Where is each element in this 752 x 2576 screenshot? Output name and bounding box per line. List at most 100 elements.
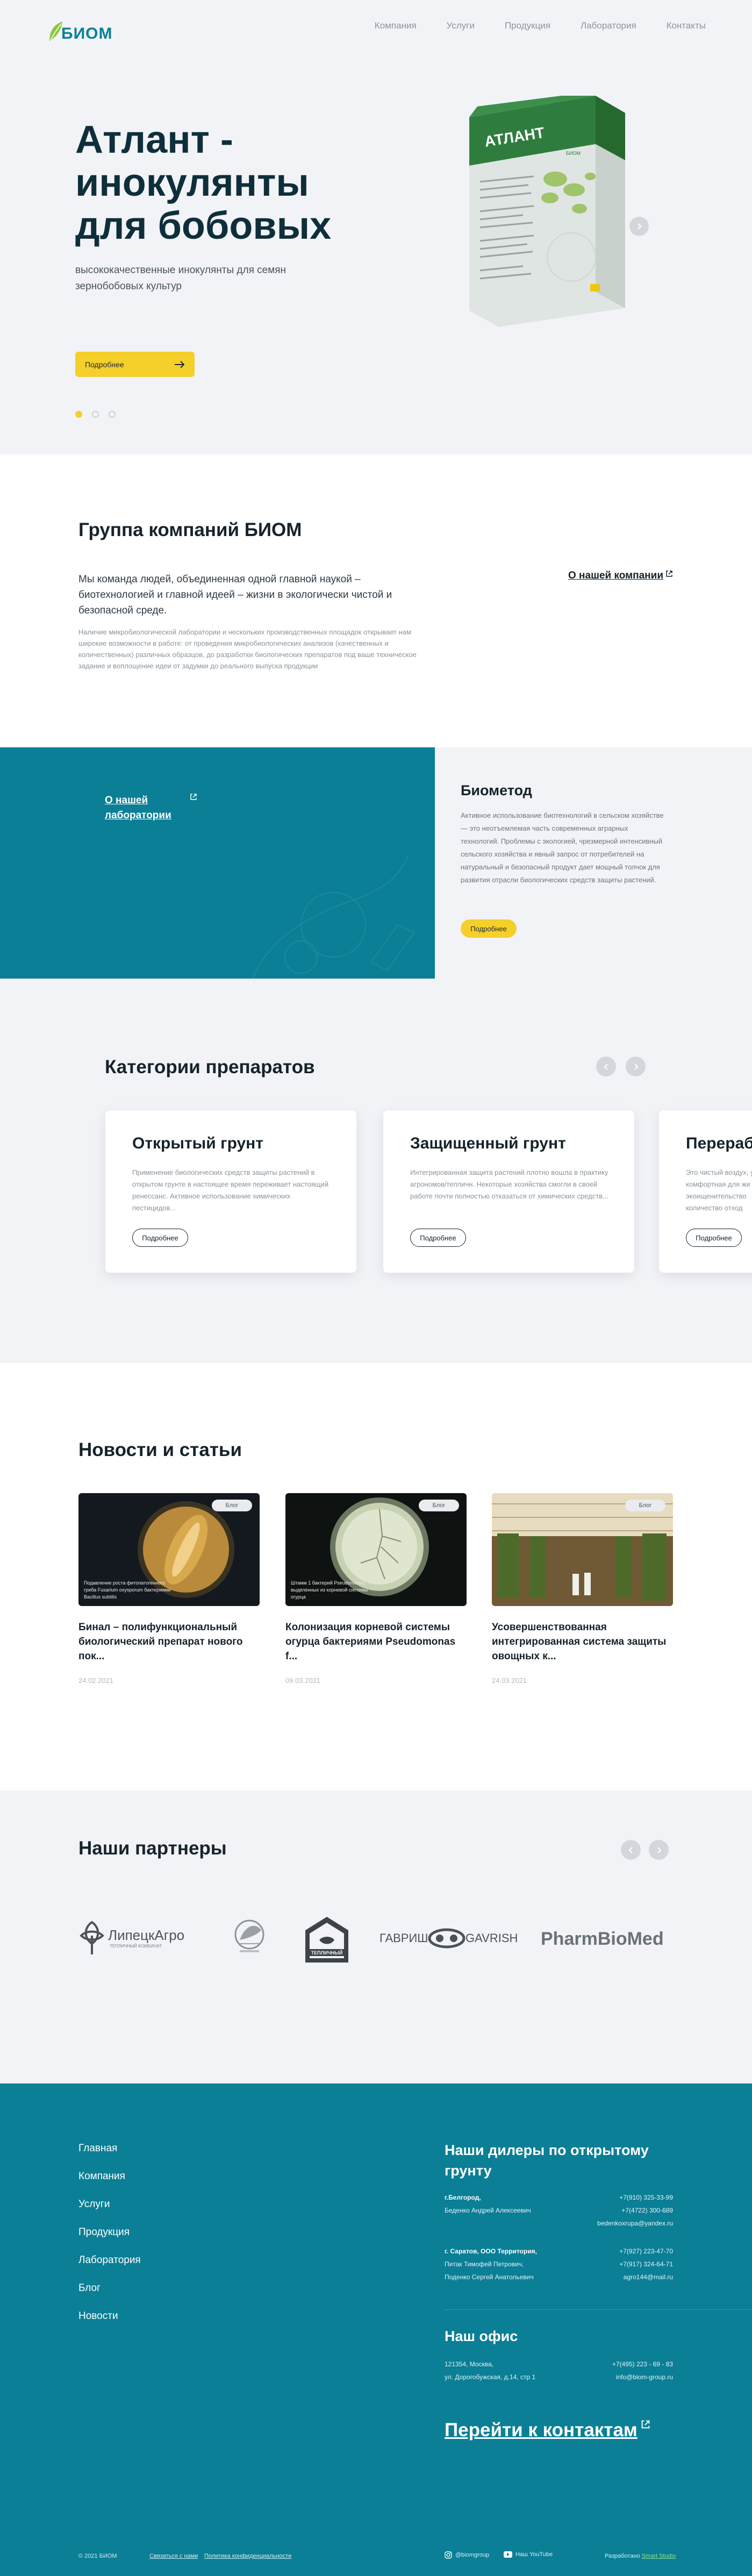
package-logo: БИОМ	[566, 151, 581, 156]
instagram-icon	[445, 2551, 452, 2559]
dealers-title: Наши дилеры по открытому грунту	[445, 2142, 649, 2179]
about-laboratory-link[interactable]: О нашей лаборатории	[105, 793, 197, 823]
partner-logo-teplichny: ТЕПЛИЧНЫЙ	[305, 1917, 348, 1963]
dealer-phone[interactable]: +7(927) 223-47-70	[619, 2245, 673, 2258]
categories-section: Категории препаратов Открытый грунт Прим…	[0, 979, 752, 1363]
about-company-link[interactable]: О нашей компании	[568, 570, 673, 582]
nav-laboratory[interactable]: Лаборатория	[581, 20, 636, 31]
dealer-phone[interactable]: +7(910) 325-33-99	[597, 2191, 673, 2204]
biomethod-text: Активное использование биотехнологий в с…	[461, 811, 664, 884]
arrow-right-icon	[175, 360, 185, 368]
logo[interactable]: БИОМ	[46, 16, 112, 43]
partners-prev-button[interactable]	[621, 1840, 641, 1860]
categories-prev-button[interactable]	[596, 1057, 616, 1076]
news-card[interactable]: Блог Штамм 1 бактерий Pseudomonas, выдел…	[285, 1493, 467, 1685]
external-link-icon	[641, 2420, 650, 2429]
dealer-email[interactable]: agro144@mail.ru	[619, 2271, 673, 2284]
footer-nav-blog[interactable]: Блог	[78, 2282, 141, 2294]
news-card-date: 24.03.2021	[492, 1676, 527, 1685]
developer-prefix: Разработано	[605, 2553, 640, 2559]
dealer-saratov: г. Саратов, ООО Территория, Питак Тимофе…	[445, 2245, 673, 2284]
dealer-email[interactable]: bedenkoxrupa@yandex.ru	[597, 2217, 673, 2230]
footer-nav: Главная Компания Услуги Продукция Лабора…	[78, 2143, 141, 2322]
partner-logo-agro	[234, 1919, 264, 1952]
contacts-link[interactable]: Перейти к контактам	[445, 2420, 650, 2441]
slider-dot[interactable]	[92, 411, 99, 418]
category-more-button[interactable]: Подробнее	[132, 1229, 188, 1247]
news-image: Блог Штамм 1 бактерий Pseudomonas, выдел…	[285, 1493, 467, 1606]
biomethod-title: Биометод	[461, 782, 532, 798]
categories-next-button[interactable]	[626, 1057, 646, 1076]
product-package-image: АТЛАНТ БИОМ	[469, 96, 625, 327]
developer-credit: Разработано Smart Studio	[605, 2553, 676, 2559]
group-title: Группа компаний БИОМ	[78, 519, 302, 540]
partners-next-button[interactable]	[649, 1840, 669, 1860]
footer-nav-laboratory[interactable]: Лаборатория	[78, 2254, 141, 2266]
category-card[interactable]: Открытый грунт Применение биологических …	[105, 1110, 356, 1273]
category-title: Открытый грунт	[132, 1134, 263, 1152]
news-card-title: Бинал – полифункциональный биологический…	[78, 1622, 243, 1662]
privacy-link[interactable]: Политика конфиденциальности	[204, 2553, 291, 2559]
youtube-link[interactable]: Наш YouTube	[504, 2551, 553, 2558]
slider-dot[interactable]	[109, 411, 116, 418]
gavrish-right-label: GAVRISH	[465, 1931, 518, 1945]
hero-next-button[interactable]	[629, 217, 649, 236]
partners-section: Наши партнеры ЛипецкАгро ТЕПЛИЧНЫЙ КОМБИ…	[0, 1790, 752, 2083]
office-email[interactable]: info@biom-group.ru	[612, 2371, 673, 2384]
contact-us-link[interactable]: Связаться с нами	[149, 2553, 198, 2559]
gavrish-left-label: ГАВРИШ	[379, 1931, 428, 1945]
copyright: © 2021 БИОМ	[78, 2553, 117, 2559]
news-title: Новости и статьи	[78, 1439, 242, 1460]
nav-company[interactable]: Компания	[375, 20, 417, 31]
news-card[interactable]: Блог Подавление роста фитопатогенного гр…	[78, 1493, 260, 1685]
slider-dots	[75, 411, 116, 418]
footer-nav-company[interactable]: Компания	[78, 2171, 141, 2182]
footer-nav-home[interactable]: Главная	[78, 2143, 141, 2154]
teplichny-label: ТЕПЛИЧНЫЙ	[311, 1950, 343, 1956]
footer-divider	[445, 2309, 752, 2310]
slider-dot[interactable]	[75, 411, 82, 418]
partners-title: Наши партнеры	[78, 1838, 227, 1859]
categories-title: Категории препаратов	[105, 1057, 315, 1078]
nav-products[interactable]: Продукция	[505, 20, 550, 31]
hero-subtitle: высококачественные инокулянты для семян …	[75, 265, 287, 292]
nav-services[interactable]: Услуги	[447, 20, 475, 31]
category-card[interactable]: Защищенный грунт Интегрированная защита …	[383, 1110, 634, 1273]
news-tag: Блог	[419, 1500, 459, 1511]
chevron-right-icon	[634, 1063, 638, 1070]
biomethod-more-button[interactable]: Подробнее	[461, 919, 517, 938]
news-image: Блог	[492, 1493, 673, 1606]
category-more-button[interactable]: Подробнее	[686, 1229, 742, 1247]
footer-nav-services[interactable]: Услуги	[78, 2199, 141, 2210]
main-nav: Компания Услуги Продукция Лаборатория Ко…	[375, 20, 706, 31]
external-link-icon	[666, 570, 672, 577]
chevron-right-icon	[657, 1846, 661, 1853]
category-text: Применение биологических средств защиты …	[132, 1168, 329, 1212]
news-card[interactable]: Блог Усовершенствованная интегрированная…	[492, 1493, 673, 1685]
office-phone[interactable]: +7(495) 223 - 69 - 83	[612, 2358, 673, 2371]
category-card[interactable]: Перерабо Это чистый воздух, у комфортная…	[659, 1110, 752, 1273]
category-more-button[interactable]: Подробнее	[410, 1229, 466, 1247]
category-title: Защищенный грунт	[410, 1134, 566, 1152]
about-laboratory-label: О нашей лаборатории	[105, 795, 171, 821]
news-tag: Блог	[625, 1500, 665, 1511]
news-section: Новости и статьи Блог Подавление роста ф…	[0, 1363, 752, 1790]
footer-nav-products[interactable]: Продукция	[78, 2227, 141, 2238]
instagram-link[interactable]: @biomgroup	[445, 2551, 489, 2559]
dealer-phone[interactable]: +7(4722) 300-689	[597, 2204, 673, 2217]
news-card-title: Колонизация корневой системы огурца бакт…	[285, 1622, 456, 1662]
lipetskagro-sub: ТЕПЛИЧНЫЙ КОМБИНАТ	[110, 1944, 162, 1949]
chevron-left-icon	[628, 1846, 633, 1853]
news-image: Блог Подавление роста фитопатогенного гр…	[78, 1493, 260, 1606]
hero-title: Атлант - инокулянты для бобовых	[75, 118, 332, 247]
footer-nav-news[interactable]: Новости	[78, 2310, 141, 2322]
nav-contacts[interactable]: Контакты	[667, 20, 706, 31]
dealer-phone[interactable]: +7(917) 324-64-71	[619, 2258, 673, 2271]
office-info: 121354, Москва, ул. Дорогобужская, д.14,…	[445, 2358, 673, 2384]
developer-link[interactable]: Smart Studio	[642, 2553, 676, 2559]
group-text: Наличие микробиологической лаборатории и…	[78, 628, 417, 670]
hero-more-button[interactable]: Подробнее	[75, 352, 195, 377]
youtube-label: Наш YouTube	[515, 2551, 553, 2558]
biomethod-panel: Биометод Активное использование биотехно…	[435, 747, 752, 979]
partner-logo-gavrish: ГАВРИШ GAVRISH	[379, 1928, 518, 1949]
